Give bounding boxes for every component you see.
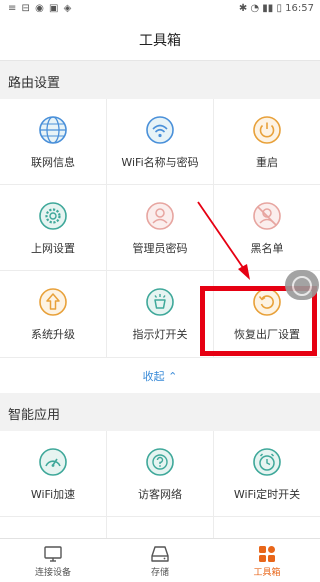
- gear-icon: [39, 202, 67, 230]
- tool-label: 联网信息: [31, 156, 75, 169]
- tool-wifi-name-password[interactable]: WiFi名称与密码: [107, 99, 213, 186]
- status-left-icons: ≡ ⊟ ◉ ▣ ◈: [8, 3, 73, 14]
- upgrade-icon: [39, 288, 67, 316]
- tool-label: 系统升级: [31, 328, 75, 341]
- tab-label: 工具箱: [253, 568, 281, 578]
- toolbox-icon: [259, 546, 275, 562]
- collapse-toggle[interactable]: 收起 ⌃: [0, 357, 320, 394]
- tool-label: 访客网络: [138, 488, 182, 501]
- section-header-smart-apps: 智能应用: [0, 393, 320, 431]
- tool-guest-network[interactable]: 访客网络: [107, 431, 213, 518]
- section-header-router: 路由设置: [0, 61, 320, 99]
- tool-label: 重启: [256, 156, 278, 169]
- tool-label: WiFi定时开关: [233, 488, 301, 501]
- tool-internet-settings[interactable]: 上网设置: [0, 185, 106, 272]
- tab-connected-devices[interactable]: 连接设备: [0, 539, 106, 582]
- globe-icon: [39, 116, 67, 144]
- floating-assist-button[interactable]: [285, 270, 319, 300]
- tab-toolbox[interactable]: 工具箱: [214, 539, 320, 582]
- status-right-info: ✱ ◔ ▮▮ ▯ 16:57: [238, 3, 314, 14]
- collapse-label: 收起 ⌃: [142, 370, 178, 383]
- storage-icon: [151, 546, 169, 562]
- section-title-router: 路由设置: [8, 76, 61, 91]
- speedometer-icon: [39, 448, 67, 476]
- status-bar: ≡ ⊟ ◉ ▣ ◈ ✱ ◔ ▮▮ ▯ 16:57: [0, 0, 320, 18]
- wifi-icon: [146, 116, 174, 144]
- user-icon: [146, 202, 174, 230]
- tab-label: 连接设备: [34, 568, 71, 578]
- lamp-icon: [146, 288, 174, 316]
- tool-wifi-timer-switch[interactable]: WiFi定时开关: [214, 431, 320, 518]
- tab-storage[interactable]: 存储: [107, 539, 213, 582]
- tool-label: WiFi加速: [30, 488, 76, 501]
- guest-network-icon: [146, 448, 174, 476]
- tool-label: WiFi名称与密码: [121, 156, 199, 169]
- tool-label: 指示灯开关: [132, 328, 188, 341]
- tool-label: 上网设置: [31, 242, 75, 255]
- tool-network-info[interactable]: 联网信息: [0, 99, 106, 186]
- tool-restart[interactable]: 重启: [214, 99, 320, 186]
- annotation-arrow-icon: [197, 201, 250, 280]
- power-icon: [253, 116, 281, 144]
- monitor-icon: [44, 546, 62, 562]
- bottom-tab-bar: 连接设备 存储 工具箱: [0, 538, 320, 582]
- tool-system-upgrade[interactable]: 系统升级: [0, 271, 106, 358]
- alarm-clock-icon: [253, 448, 281, 476]
- title-bar: 工具箱: [0, 18, 320, 61]
- tab-label: 存储: [150, 568, 169, 578]
- tool-wifi-boost[interactable]: WiFi加速: [0, 431, 106, 518]
- section-title-smart-apps: 智能应用: [8, 408, 61, 423]
- smart-apps-grid: WiFi加速 访客网络 WiFi定时开关: [0, 431, 320, 538]
- page-title: 工具箱: [139, 33, 181, 49]
